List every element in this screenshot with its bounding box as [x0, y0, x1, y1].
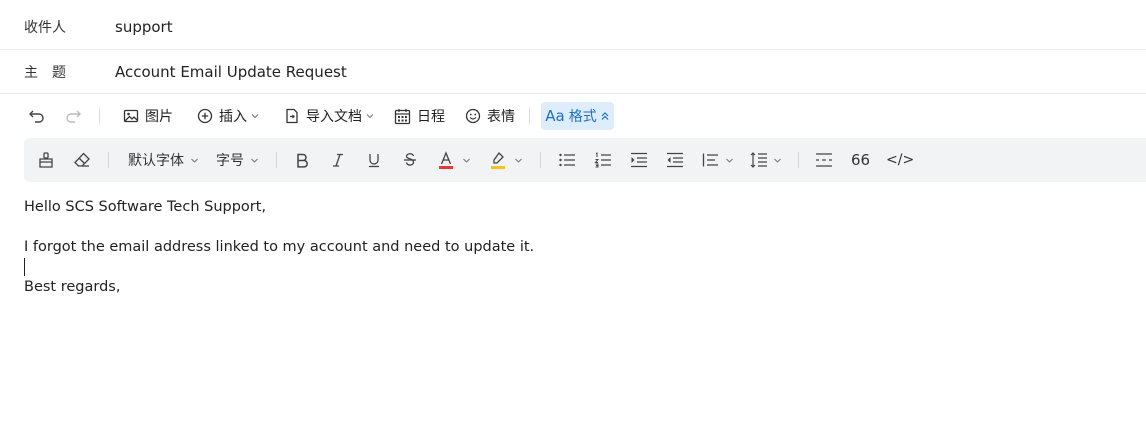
toolbar-divider [529, 108, 530, 124]
image-button[interactable]: 图片 [123, 102, 173, 130]
bold-button[interactable] [294, 146, 310, 174]
format-toggle-button[interactable]: Aa 格式 [541, 102, 614, 130]
strikethrough-icon [404, 153, 416, 166]
chevron-down-icon [515, 158, 522, 163]
image-icon [123, 109, 139, 123]
format-aa-icon: Aa [545, 107, 565, 125]
horizontal-rule-button[interactable] [815, 146, 833, 174]
subject-row: 主 题 [0, 50, 1146, 94]
calendar-icon [394, 108, 411, 124]
format-painter-icon [39, 152, 53, 168]
align-button[interactable] [702, 146, 734, 174]
subject-input[interactable] [115, 62, 1015, 81]
compose-toolbar: 图片 插入 导入文档 日程 表情 Aa 格式 [0, 96, 1146, 136]
body-line [24, 217, 1124, 237]
import-doc-button[interactable]: 导入文档 [284, 102, 374, 130]
format-toolbar: 默认字体 字号 66 </> [24, 138, 1146, 182]
italic-icon [333, 153, 343, 167]
indent-icon [631, 152, 647, 168]
underline-icon [369, 154, 379, 168]
toolbar-divider [99, 108, 100, 124]
smiley-icon [465, 108, 481, 124]
highlight-color-button[interactable] [490, 146, 523, 174]
schedule-label: 日程 [417, 109, 445, 125]
line-height-button[interactable] [750, 146, 782, 174]
font-color-icon [439, 151, 453, 169]
font-family-select[interactable]: 默认字体 [128, 146, 199, 174]
toolbar-divider [276, 152, 277, 168]
format-painter-button[interactable] [37, 146, 55, 174]
eraser-icon [74, 152, 90, 167]
code-icon: </> [886, 152, 915, 168]
redo-button[interactable] [64, 102, 82, 130]
bulleted-list-icon [559, 153, 575, 167]
undo-icon [29, 110, 44, 123]
align-left-icon [702, 153, 718, 167]
quote-icon: 66 [851, 151, 871, 169]
chevron-down-icon [463, 158, 470, 163]
quote-button[interactable]: 66 [851, 146, 870, 174]
font-family-value: 默认字体 [128, 153, 184, 169]
outdent-button[interactable] [666, 146, 684, 174]
chevron-down-icon [774, 158, 781, 163]
emoji-label: 表情 [487, 109, 515, 125]
indent-button[interactable] [630, 146, 648, 174]
highlighter-icon [491, 151, 505, 169]
emoji-button[interactable]: 表情 [465, 102, 515, 130]
email-body-editor[interactable]: Hello SCS Software Tech Support, I forgo… [24, 197, 1124, 297]
recipient-field[interactable]: support [115, 18, 173, 36]
body-line-caret [24, 257, 1124, 277]
image-label: 图片 [145, 109, 173, 125]
document-import-icon [286, 108, 298, 124]
code-button[interactable]: </> [886, 146, 914, 174]
chevron-down-icon [366, 114, 374, 119]
font-size-select[interactable]: 字号 [216, 146, 259, 174]
double-chevron-up-icon [601, 112, 609, 120]
chevron-down-icon [191, 158, 198, 163]
italic-button[interactable] [330, 146, 346, 174]
recipient-row: 收件人 support [0, 5, 1146, 50]
redo-icon [66, 110, 81, 123]
subject-label: 主 题 [24, 64, 66, 81]
strikethrough-button[interactable] [402, 146, 418, 174]
chevron-down-icon [251, 158, 258, 163]
underline-button[interactable] [366, 146, 382, 174]
format-label: 格式 [568, 109, 597, 125]
toolbar-divider [108, 152, 109, 168]
schedule-button[interactable]: 日程 [394, 102, 445, 130]
horizontal-rule-icon [816, 153, 832, 167]
body-line: Hello SCS Software Tech Support, [24, 199, 267, 215]
font-size-value: 字号 [216, 153, 244, 169]
toolbar-divider [798, 152, 799, 168]
import-doc-label: 导入文档 [306, 109, 362, 125]
font-color-button[interactable] [438, 146, 471, 174]
plus-circle-icon [197, 108, 213, 124]
chevron-down-icon [726, 158, 733, 163]
recipient-label: 收件人 [24, 20, 66, 36]
numbered-list-icon [594, 152, 611, 168]
bulleted-list-button[interactable] [558, 146, 576, 174]
insert-label: 插入 [219, 109, 247, 125]
undo-button[interactable] [28, 102, 46, 130]
numbered-list-button[interactable] [594, 146, 612, 174]
toolbar-divider [540, 152, 541, 168]
bold-icon [297, 153, 308, 168]
clear-format-button[interactable] [73, 146, 91, 174]
line-height-icon [750, 152, 767, 168]
insert-button[interactable]: 插入 [197, 102, 259, 130]
chevron-down-icon [251, 114, 259, 119]
text-cursor [24, 258, 25, 276]
body-line: I forgot the email address linked to my … [24, 239, 535, 255]
body-line: Best regards, [24, 279, 121, 295]
outdent-icon [667, 152, 683, 168]
